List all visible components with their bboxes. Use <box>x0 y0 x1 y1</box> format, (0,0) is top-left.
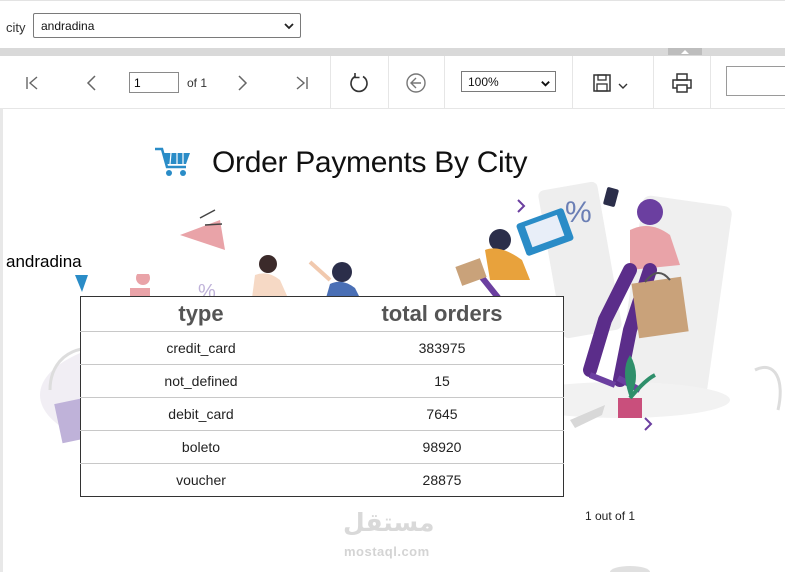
export-button[interactable] <box>592 70 636 96</box>
report-toolbar <box>0 56 785 109</box>
city-dropdown[interactable]: andradina <box>33 13 301 38</box>
svg-text:%: % <box>565 196 592 229</box>
payment-type-cell: voucher <box>176 472 226 488</box>
refresh-icon <box>350 73 368 93</box>
chevron-down-icon <box>540 76 551 94</box>
toolbar-separator <box>330 56 331 108</box>
page-number-input[interactable] <box>129 72 179 93</box>
previous-page-icon <box>86 75 96 91</box>
table-row: debit_card 7645 <box>80 397 564 431</box>
column-header-total-orders: total orders <box>321 296 564 332</box>
print-icon <box>672 73 692 93</box>
payment-type-cell: not_defined <box>80 364 321 398</box>
shopping-cart-icon <box>155 147 190 176</box>
toolbar-separator <box>572 56 573 108</box>
table-row: not_defined 15 <box>80 364 564 398</box>
next-page-button[interactable] <box>229 70 255 96</box>
back-button[interactable] <box>403 70 429 96</box>
first-page-button[interactable] <box>19 70 45 96</box>
table-header-row: type total orders <box>80 296 564 332</box>
order-payments-table: type total orders credit_card 383975 not… <box>80 296 564 497</box>
report-title: Order Payments By City <box>212 146 528 179</box>
next-page-icon <box>238 75 248 91</box>
table-row: boleto 98920 <box>80 430 564 464</box>
total-orders-cell: 383975 <box>321 331 564 365</box>
city-parameter-label: city <box>6 20 26 35</box>
back-icon <box>406 73 426 93</box>
table-row: credit_card 383975 <box>80 331 564 365</box>
collapse-parameters-handle[interactable] <box>668 48 702 55</box>
zoom-dropdown[interactable]: 100% <box>461 71 556 92</box>
payment-type-cell: debit_card <box>80 397 321 431</box>
find-text-input[interactable] <box>726 66 785 96</box>
column-header-type: type <box>80 296 321 332</box>
payment-type-cell: credit_card <box>80 331 321 365</box>
page-counter: 1 out of 1 <box>585 509 636 523</box>
toolbar-separator <box>444 56 445 108</box>
chevron-up-icon <box>681 50 689 54</box>
first-page-icon <box>26 76 38 90</box>
total-orders-cell: 7645 <box>321 397 564 431</box>
report-left-edge <box>0 108 3 572</box>
total-orders-cell: 28875 <box>422 472 462 488</box>
last-page-icon <box>296 76 308 90</box>
watermark-logo-arabic: مستقل <box>343 509 435 537</box>
print-button[interactable] <box>669 70 695 96</box>
city-dropdown-value: andradina <box>41 19 95 33</box>
city-caption: andradina <box>4 250 224 274</box>
save-icon <box>593 74 611 92</box>
toolbar-separator <box>653 56 654 108</box>
total-orders-cell: 98920 <box>321 430 564 464</box>
zoom-value: 100% <box>468 75 499 89</box>
previous-page-button[interactable] <box>79 70 105 96</box>
payment-type-cell: boleto <box>80 430 321 464</box>
last-page-button[interactable] <box>289 70 315 96</box>
chevron-down-icon <box>283 19 295 37</box>
toolbar-separator <box>710 56 711 108</box>
refresh-button[interactable] <box>346 70 372 96</box>
watermark-logo-latin: mostaql.com <box>344 544 430 559</box>
toolbar-separator <box>388 56 389 108</box>
chevron-down-icon <box>618 83 628 89</box>
table-row: voucher 28875 <box>81 464 564 497</box>
page-total-label: of 1 <box>187 76 208 90</box>
total-orders-cell: 15 <box>321 364 564 398</box>
